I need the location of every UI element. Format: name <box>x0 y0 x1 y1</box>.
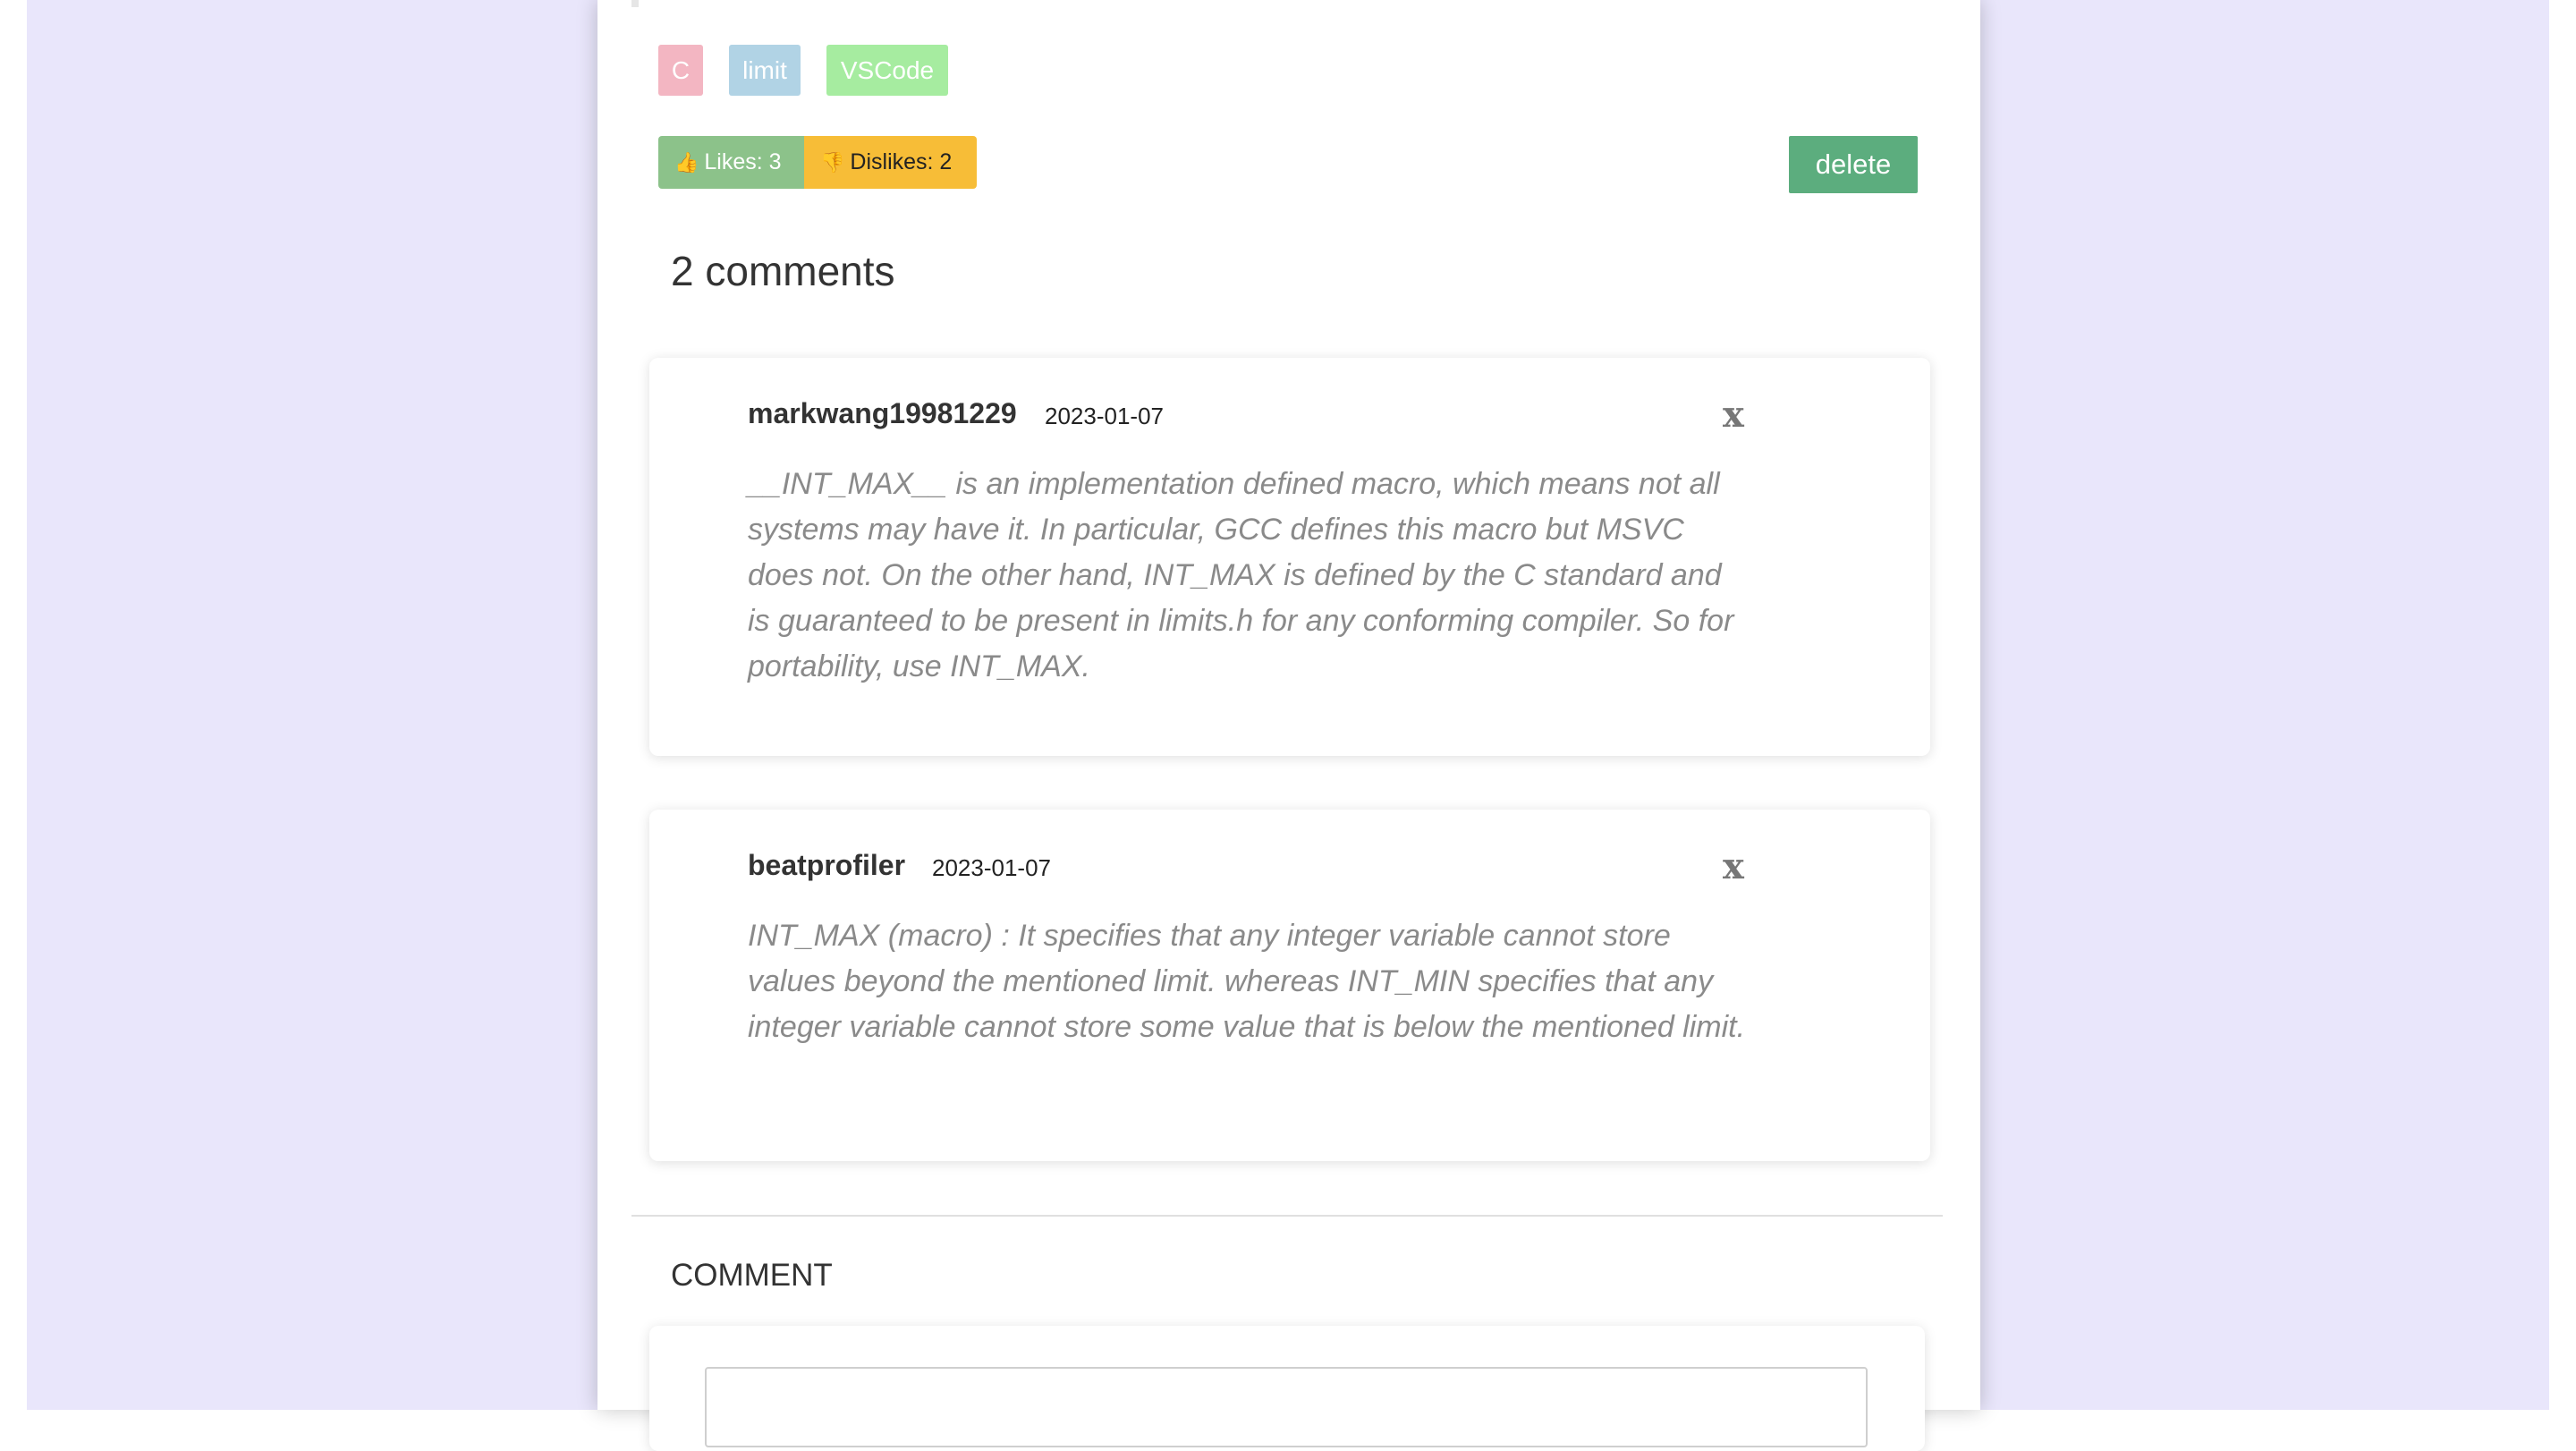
delete-button[interactable]: delete <box>1789 136 1918 193</box>
comment-input[interactable] <box>705 1367 1868 1447</box>
tag-limit[interactable]: limit <box>729 45 801 96</box>
thumbs-up-icon: 👍 <box>674 151 699 174</box>
page-edge-left <box>0 0 27 1410</box>
delete-comment-button[interactable]: x <box>1723 394 1744 436</box>
likes-label: Likes: 3 <box>704 149 782 174</box>
comment-text: INT_MAX (macro) : It specifies that any … <box>748 919 1746 1044</box>
card-top-mark <box>631 0 639 7</box>
post-card: C limit VSCode 👍 Likes: 3 👎 Dislikes: 2 de… <box>597 0 1980 1451</box>
dislike-button[interactable]: 👎 Dislikes: 2 <box>804 136 977 189</box>
tag-c[interactable]: C <box>658 45 703 96</box>
section-divider <box>631 1215 1943 1217</box>
comment-card: beatprofiler 2023-01-07 x INT_MAX (macro… <box>649 810 1930 1161</box>
comments-count: 2 comments <box>671 248 895 294</box>
delete-comment-button[interactable]: x <box>1723 845 1744 887</box>
comment-form <box>649 1326 1925 1451</box>
comment-form-heading: COMMENT <box>671 1258 833 1293</box>
comment-date: 2023-01-07 <box>932 854 1051 881</box>
page-edge-right <box>2549 0 2576 1410</box>
like-button[interactable]: 👍 Likes: 3 <box>658 136 804 189</box>
comment-author[interactable]: beatprofiler <box>748 849 905 882</box>
comment-text: __INT_MAX__ is an implementation defined… <box>748 467 1734 683</box>
comment-author[interactable]: markwang19981229 <box>748 397 1017 430</box>
comment-date: 2023-01-07 <box>1045 403 1164 429</box>
dislikes-label: Dislikes: 2 <box>850 149 953 174</box>
comment-card: markwang19981229 2023-01-07 x __INT_MAX_… <box>649 358 1930 756</box>
tag-vscode[interactable]: VSCode <box>826 45 948 96</box>
thumbs-down-icon: 👎 <box>820 151 845 174</box>
